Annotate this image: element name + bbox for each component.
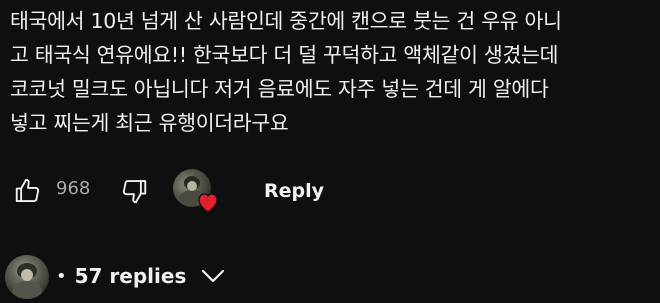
- creator-heart: [173, 169, 221, 215]
- replies-row: • 57 replies: [0, 252, 660, 300]
- thumbs-up-icon: [15, 178, 40, 202]
- like-count: 968: [56, 178, 91, 199]
- thumbs-down-icon: [122, 180, 147, 204]
- replies-dot: •: [56, 265, 67, 287]
- chevron-down-icon: [202, 269, 225, 283]
- reply-button[interactable]: Reply: [256, 176, 332, 206]
- comment-action-bar: 968 Reply: [0, 166, 660, 214]
- replier-avatar: [5, 255, 49, 299]
- comment-thread: 태국에서 10년 넘게 산 사람인데 중간에 캔으로 붓는 건 우유 아니 고 …: [0, 0, 660, 303]
- replier-avatar-image: [12, 263, 42, 299]
- heart-icon: [198, 193, 218, 213]
- view-replies-button[interactable]: • 57 replies: [56, 258, 226, 294]
- dislike-button[interactable]: [116, 174, 152, 208]
- replies-count: 57 replies: [74, 264, 187, 288]
- like-button[interactable]: [10, 174, 46, 208]
- comment-text: 태국에서 10년 넘게 산 사람인데 중간에 캔으로 붓는 건 우유 아니 고 …: [10, 9, 562, 135]
